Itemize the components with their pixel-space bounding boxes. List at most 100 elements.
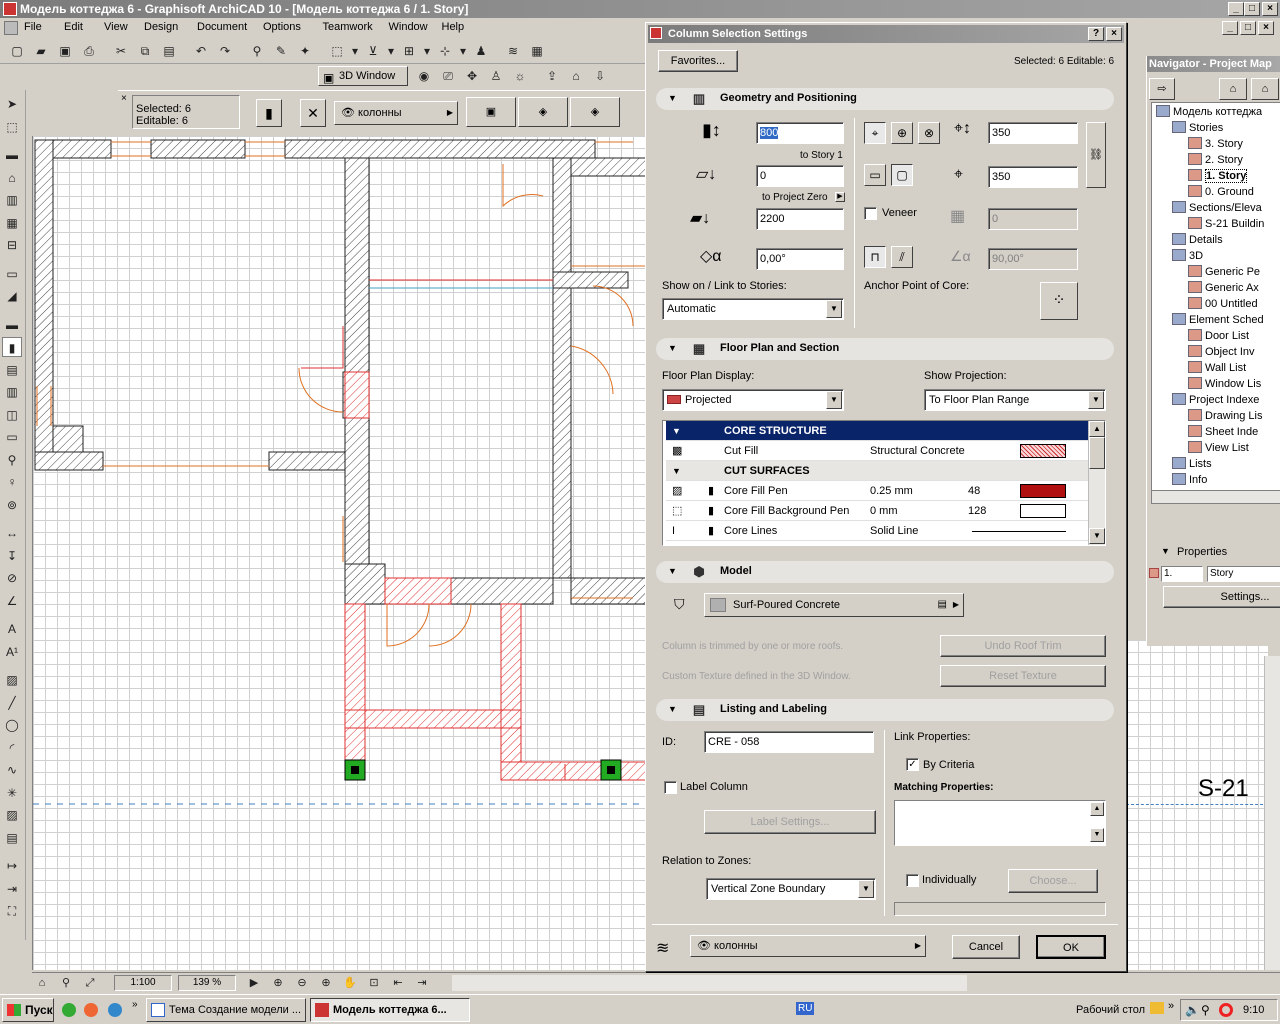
shape-rect-icon[interactable]: ▭ [864,164,886,186]
nav-tree-item[interactable]: −3D [1172,248,1203,264]
drawing-tool-icon[interactable]: ▤ [2,828,22,848]
nav-tree-item[interactable]: Sheet Inde [1188,424,1258,440]
top-offset-input[interactable]: 0 [756,165,844,187]
find-icon[interactable]: ⚲ [246,41,268,61]
menu-item[interactable]: View [104,21,128,33]
scroll-thumb[interactable] [1089,437,1105,469]
angle-dim-icon[interactable]: ∠ [2,591,22,611]
individually-checkbox[interactable] [906,874,919,887]
by-criteria-checkbox[interactable]: ✓ [906,758,919,771]
matching-properties-list[interactable] [894,800,1106,846]
menu-item[interactable]: File [24,21,42,33]
menu-item[interactable]: Help [442,21,465,33]
straight-column-icon[interactable]: ⊓ [864,246,886,268]
display-shadow-icon[interactable]: ◈ [570,97,620,127]
dialog-close-icon[interactable]: × [1106,27,1122,41]
elevation-tool-icon[interactable]: ⇥ [2,879,22,899]
nav-tree-item[interactable]: Window Lis [1188,376,1261,392]
nav-view-map-icon[interactable]: ⌂ [1251,78,1279,100]
maximize-icon[interactable]: □ [1244,2,1260,16]
prev-view-icon[interactable]: ⇤ [388,975,408,991]
menu-item[interactable]: Design [144,21,178,33]
doc-restore-icon[interactable]: □ [1240,21,1256,35]
menu-item[interactable]: Document [197,21,247,33]
shape-square-icon[interactable]: ▢ [891,164,913,186]
orbit-icon[interactable]: ◉ [414,66,434,86]
picture-tool-icon[interactable]: ▨ [2,805,22,825]
nav-tree-item[interactable]: −Details [1172,232,1223,248]
scroll-down-icon[interactable]: ▼ [1089,528,1105,544]
width-y-input[interactable]: 350 [988,166,1078,188]
menu-item[interactable]: Options [263,21,301,33]
nav-tree-item[interactable]: −Project Indexe [1172,392,1259,408]
veneer-input[interactable]: 0 [988,208,1078,230]
label-column-checkbox[interactable] [664,781,677,794]
tray-more-icon[interactable]: » [1168,1000,1174,1012]
nav-tree-item[interactable]: Generic Pe [1188,264,1260,280]
person-icon[interactable]: ♟ [470,41,492,61]
ring-tool-icon[interactable]: ⊚ [2,495,22,515]
nav-tree-item[interactable]: 2. Story [1188,152,1243,168]
tray-folder-icon[interactable] [1150,1002,1164,1014]
quicklaunch-green-icon[interactable] [62,1003,76,1017]
scale-field[interactable]: 1:100 [114,975,172,991]
arrow-right-icon[interactable]: ▶ [244,975,264,991]
relation-zones-select[interactable]: Vertical Zone Boundary ▼ [706,878,876,900]
wall-end-icon[interactable]: ▭ [2,427,22,447]
list-vscroll[interactable]: ▲ ▼ [1088,421,1105,545]
doc-minimize-icon[interactable]: _ [1222,21,1238,35]
slanted-column-icon[interactable]: ⫽ [891,246,913,268]
layers-icon[interactable]: ≋ [502,41,524,61]
mesh-tool-icon[interactable]: ▤ [2,360,22,380]
cancel-button[interactable]: Cancel [952,935,1020,959]
camera-icon[interactable]: ⎚ [438,66,458,86]
camera-tool-icon[interactable]: ⛶ [2,901,22,921]
nav-tree-item[interactable]: −Sections/Eleva [1172,200,1262,216]
radial-dim-icon[interactable]: ⊘ [2,568,22,588]
stair-tool-icon[interactable]: ⊟ [2,235,22,255]
listing-section-header[interactable]: ▼ ▤ Listing and Labeling [656,699,1114,721]
ok-button[interactable]: OK [1036,935,1106,959]
label-settings-button[interactable]: Label Settings... [704,810,876,834]
next-view-icon[interactable]: ⇥ [412,975,432,991]
window-tool-icon[interactable]: ▥ [2,190,22,210]
material-select[interactable]: Surf-Poured Concrete ▤ ▶ [704,593,964,617]
menu-item[interactable]: Edit [64,21,83,33]
column-tool-icon[interactable]: ▮ [2,337,22,357]
nav-tree-hscroll[interactable] [1151,490,1280,504]
quicklaunch-browser-icon[interactable] [84,1003,98,1017]
home-icon[interactable]: ⌂ [566,66,586,86]
model-section-header[interactable]: ▼ ⬢ Model [656,561,1114,583]
nav-tree-item[interactable]: 00 Untitled [1188,296,1258,312]
zoom-in2-icon[interactable]: ⊕ [316,975,336,991]
save-icon[interactable]: ▣ [54,41,76,61]
nav-tree-item[interactable]: Object Inv [1188,344,1255,360]
nav-tree-item[interactable]: −Element Sched [1172,312,1264,328]
open-file-icon[interactable]: ▰ [30,41,52,61]
settings-row[interactable]: ▩ Cut Fill Structural Concrete [666,441,1088,461]
info-close-icon[interactable]: × [121,93,127,104]
height-input[interactable]: 800 [756,122,844,144]
opera-icon[interactable] [1219,1003,1233,1017]
desktop-label[interactable]: Рабочий стол [1076,1004,1145,1016]
nav-tree-item[interactable]: View List [1188,440,1249,456]
horizontal-scrollbar[interactable] [452,975,967,991]
roof-tool-icon[interactable]: ◢ [2,286,22,306]
choose-button[interactable]: Choose... [1008,869,1098,893]
width-x-input[interactable]: 350 [988,122,1078,144]
print-icon[interactable]: ⎙ [78,41,100,61]
floor-up-icon[interactable]: ⇪ [542,66,562,86]
nav-tree-item[interactable]: −Lists [1172,456,1212,472]
matching-scroll-up-icon[interactable]: ▲ [1090,802,1104,816]
floor-plan-canvas-right[interactable] [1126,640,1268,970]
doc-close-icon[interactable]: × [1258,21,1274,35]
nav-tree-item[interactable]: 0. Ground [1188,184,1254,200]
selection-icon[interactable]: ⬚ [326,41,348,61]
matching-scroll-down-icon[interactable]: ▼ [1090,828,1104,842]
slab-tool-icon[interactable]: ▭ [2,264,22,284]
nav-tree-item[interactable]: Модель коттеджа [1156,104,1262,120]
level-dim-icon[interactable]: ↧ [2,546,22,566]
angle-input[interactable]: 0,00° [756,248,844,270]
nav-tree-item[interactable]: Door List [1188,328,1249,344]
properties-toggle-icon[interactable]: ▼ [1161,546,1170,556]
